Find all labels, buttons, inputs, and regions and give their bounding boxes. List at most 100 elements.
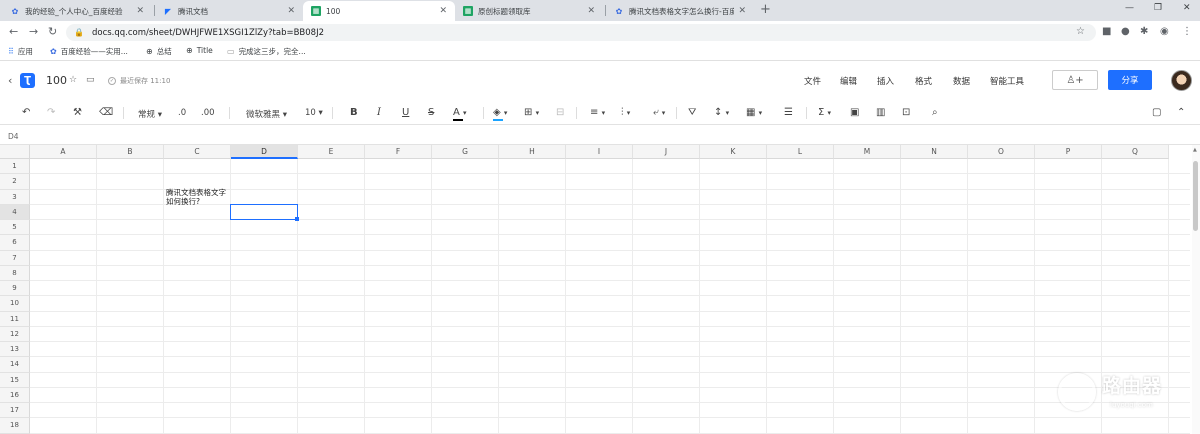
profile-icon[interactable]: ◉	[1160, 26, 1169, 37]
share-button[interactable]: 分享	[1108, 70, 1152, 90]
cell-c3[interactable]: 腾讯文档表格文字 如何换行?	[166, 188, 226, 206]
row-header[interactable]: 1	[0, 159, 30, 175]
bookmark-item[interactable]: ⠿ 应用	[8, 46, 33, 57]
more-vertical-icon[interactable]: ⋮	[1182, 26, 1192, 37]
row-header[interactable]: 2	[0, 174, 30, 190]
new-tab-icon[interactable]: +	[760, 2, 771, 17]
doc-title[interactable]: 100	[46, 74, 67, 87]
bold-icon[interactable]: B	[350, 107, 358, 118]
browser-tab-active[interactable]: ▦ 100 ✕	[303, 1, 455, 21]
url-field[interactable]: 🔒 docs.qq.com/sheet/DWHJFWE1XSGI1ZlZy?ta…	[66, 24, 1096, 41]
font-size-dropdown[interactable]: 10 ▾	[305, 108, 323, 118]
wrap-text-icon[interactable]: ⤶ ▾	[653, 107, 665, 118]
column-header[interactable]: J	[633, 145, 700, 159]
column-header[interactable]: I	[566, 145, 633, 159]
browser-tab[interactable]: ◤ 腾讯文档 ✕	[155, 1, 303, 21]
row-height-icon[interactable]: ☰	[784, 107, 793, 118]
clear-format-icon[interactable]: ⌫	[99, 107, 113, 118]
row-header[interactable]: 6	[0, 235, 30, 251]
menu-edit[interactable]: 编辑	[840, 75, 857, 87]
close-icon[interactable]: ✕	[287, 6, 295, 16]
sum-icon[interactable]: Σ ▾	[818, 107, 831, 118]
puzzle-icon[interactable]: ✱	[1140, 26, 1148, 37]
borders-icon[interactable]: ⊞ ▾	[524, 107, 539, 118]
back-chevron-icon[interactable]: ‹	[8, 74, 12, 87]
select-all-corner[interactable]	[0, 145, 30, 159]
column-header[interactable]: N	[901, 145, 968, 159]
browser-tab[interactable]: ✿ 腾讯文档表格文字怎么换行-百度… ✕	[606, 1, 754, 21]
menu-smart-tools[interactable]: 智能工具	[990, 75, 1024, 87]
row-header[interactable]: 12	[0, 326, 30, 342]
format-painter-icon[interactable]: ⚒	[73, 107, 82, 118]
row-header[interactable]: 8	[0, 265, 30, 281]
column-header[interactable]: M	[834, 145, 901, 159]
browser-tab[interactable]: ▦ 原创标题领取库 ✕	[455, 1, 603, 21]
avatar[interactable]	[1171, 70, 1192, 91]
extension-icon[interactable]: ■	[1102, 26, 1111, 37]
close-icon[interactable]: ✕	[587, 6, 595, 16]
filter-icon[interactable]: ⛛	[688, 107, 696, 118]
row-header[interactable]: 16	[0, 387, 30, 403]
minimize-icon[interactable]: —	[1125, 3, 1134, 13]
row-header[interactable]: 13	[0, 342, 30, 358]
freeze-icon[interactable]: ▦ ▾	[746, 107, 762, 118]
forward-arrow-icon[interactable]: →	[29, 25, 38, 38]
star-icon[interactable]: ☆	[69, 75, 77, 85]
menu-data[interactable]: 数据	[953, 75, 970, 87]
insert-image-icon[interactable]: ▣	[850, 107, 859, 118]
align-vertical-icon[interactable]: ⫶ ▾	[621, 107, 630, 118]
decimal-decrease-button[interactable]: .0	[178, 108, 186, 118]
tencent-docs-logo-icon[interactable]: Ʈ	[20, 73, 35, 88]
bookmark-item[interactable]: ✿ 百度经验——实用...	[50, 46, 128, 57]
extension-icon[interactable]: ●	[1121, 26, 1130, 37]
undo-icon[interactable]: ↶	[22, 107, 30, 118]
row-header[interactable]: 15	[0, 372, 30, 388]
number-format-dropdown[interactable]: 常规 ▾	[138, 108, 162, 120]
browser-tab[interactable]: ✿ 我的经验_个人中心_百度经验 ✕	[2, 1, 152, 21]
vertical-scrollbar[interactable]: ▲	[1192, 145, 1200, 434]
column-header[interactable]: C	[164, 145, 231, 159]
comments-panel-icon[interactable]: ▢	[1152, 107, 1161, 118]
redo-icon[interactable]: ↷	[47, 107, 55, 118]
row-header[interactable]: 17	[0, 403, 30, 419]
text-color-icon[interactable]: A ▾	[453, 107, 467, 118]
scroll-up-icon[interactable]: ▲	[1193, 147, 1197, 153]
column-header[interactable]: H	[499, 145, 566, 159]
italic-icon[interactable]: I	[377, 107, 381, 118]
column-header[interactable]: P	[1035, 145, 1102, 159]
bookmark-item[interactable]: ⊕ 总结	[146, 46, 172, 57]
find-replace-icon[interactable]: ⌕	[932, 107, 938, 118]
collapse-toolbar-icon[interactable]: ⌃	[1177, 107, 1185, 118]
column-header[interactable]: G	[432, 145, 499, 159]
row-header[interactable]: 14	[0, 357, 30, 373]
row-header[interactable]: 7	[0, 250, 30, 266]
column-header[interactable]: A	[30, 145, 97, 159]
underline-icon[interactable]: U	[402, 107, 409, 118]
bookmark-item[interactable]: ⊕ Title	[186, 46, 213, 55]
selected-cell[interactable]	[230, 203, 298, 220]
fill-color-icon[interactable]: ◈ ▾	[493, 107, 507, 118]
scrollbar-thumb[interactable]	[1193, 161, 1198, 231]
close-icon[interactable]: ✕	[738, 6, 746, 16]
column-header[interactable]: D	[231, 145, 298, 159]
close-icon[interactable]: ✕	[136, 6, 144, 16]
add-collaborator-button[interactable]: ♙+	[1052, 70, 1098, 90]
column-header[interactable]: L	[767, 145, 834, 159]
sort-icon[interactable]: ↕ ▾	[714, 107, 729, 118]
menu-insert[interactable]: 插入	[877, 75, 894, 87]
restore-icon[interactable]: ❐	[1154, 3, 1162, 13]
bookmark-item[interactable]: ▭ 完成这三步，完全...	[227, 46, 306, 57]
row-header[interactable]: 4	[0, 204, 30, 220]
folder-icon[interactable]: ▭	[86, 75, 95, 85]
column-header[interactable]: E	[298, 145, 365, 159]
back-arrow-icon[interactable]: ←	[9, 25, 18, 38]
comment-icon[interactable]: ⊡	[902, 107, 910, 118]
row-header[interactable]: 11	[0, 311, 30, 327]
row-header[interactable]: 10	[0, 296, 30, 312]
row-header[interactable]: 18	[0, 418, 30, 434]
font-family-dropdown[interactable]: 微软雅黑 ▾	[246, 108, 287, 120]
column-header[interactable]: O	[968, 145, 1035, 159]
column-header[interactable]: K	[700, 145, 767, 159]
row-header[interactable]: 9	[0, 281, 30, 297]
chart-icon[interactable]: ▥	[876, 107, 885, 118]
